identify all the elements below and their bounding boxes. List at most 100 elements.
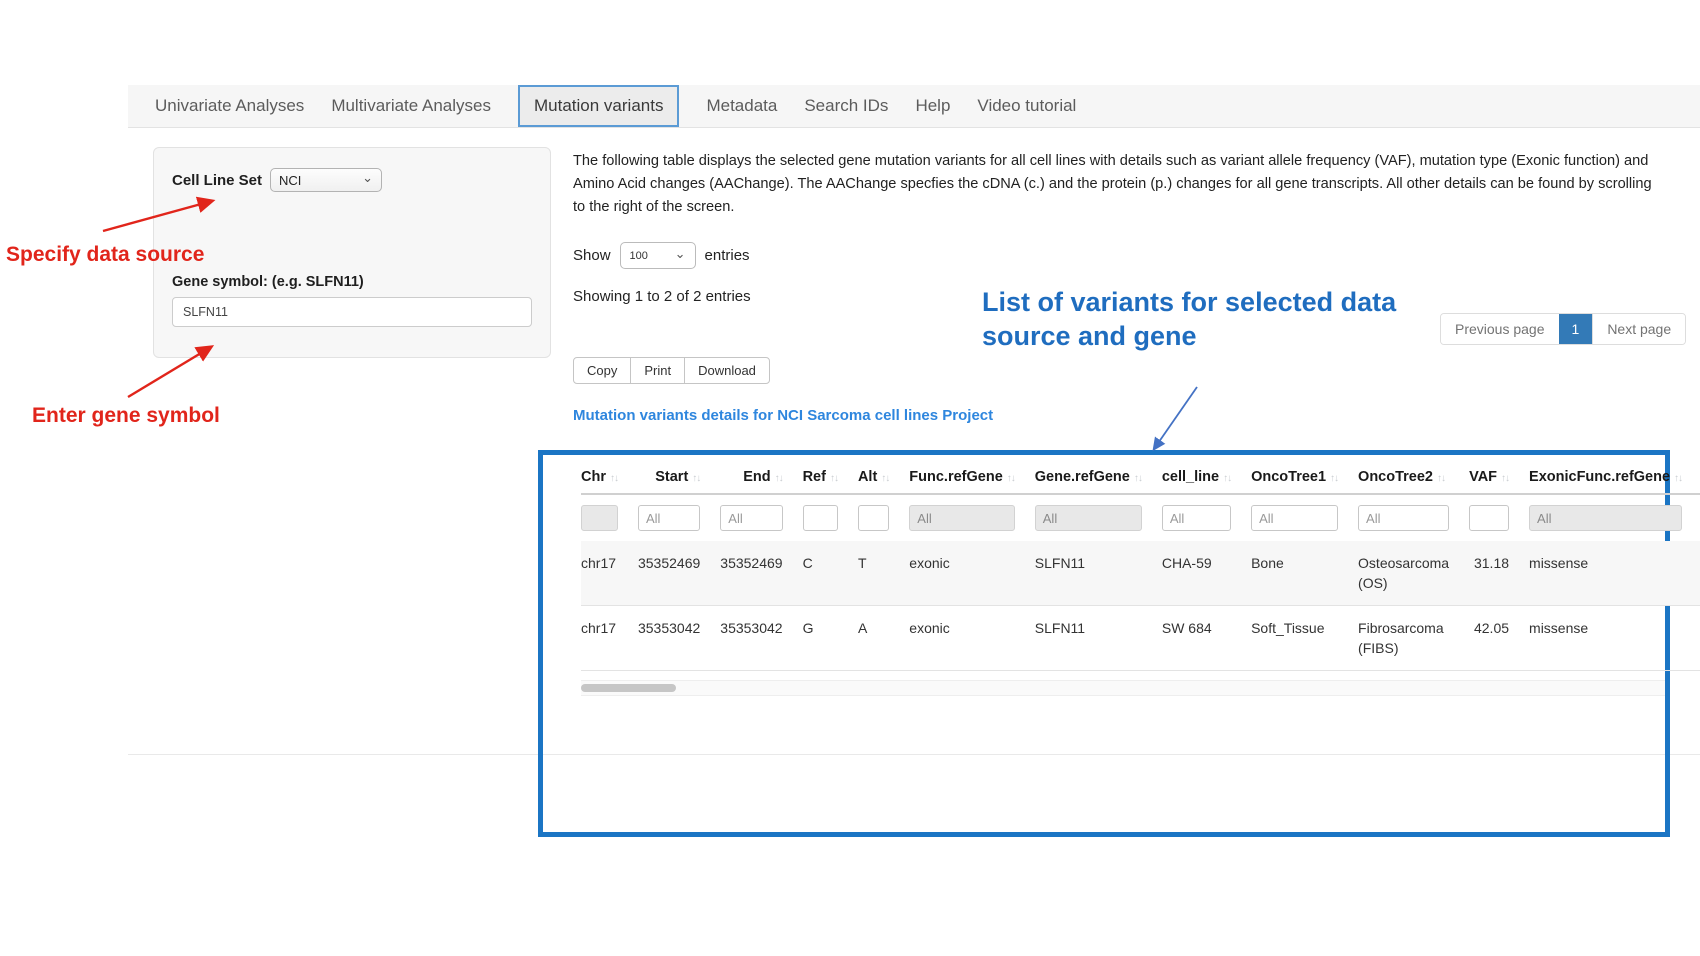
chevron-down-icon: ⌄ [362,173,373,183]
annotation-variants-note: List of variants for selected data sourc… [982,285,1396,353]
filter-input-cell-line[interactable] [1162,505,1231,531]
tab-search-ids[interactable]: Search IDs [804,96,888,116]
cell-line-set-select[interactable]: NCI ⌄ [270,168,382,192]
filter-input-oncotree1[interactable] [1251,505,1338,531]
tab-univariate-analyses[interactable]: Univariate Analyses [155,96,304,116]
variants-table-highlight-box: Chr↑↓Start↑↓End↑↓Ref↑↓Alt↑↓Func.refGene↑… [538,450,1670,837]
sort-icon[interactable]: ↑↓ [881,473,889,484]
previous-page-button[interactable]: Previous page [1441,314,1559,344]
cell-ref: C [803,541,858,606]
column-label: Func.refGene [909,469,1002,485]
download-button[interactable]: Download [684,357,770,384]
filter-select-exonicfunc-refgene[interactable]: All [1529,505,1682,531]
cell-line-set-value: NCI [279,173,301,188]
tab-mutation-variants[interactable]: Mutation variants [518,85,679,127]
sort-icon[interactable]: ↑↓ [1134,473,1142,484]
filter-cell [720,494,802,541]
filter-cell [858,494,909,541]
filter-cell [1469,494,1529,541]
table-description: The following table displays the selecte… [573,150,1653,219]
filter-input-vaf[interactable] [1469,505,1509,531]
cell-end: 35353042 [720,606,802,671]
cell-line-set-row: Cell Line Set NCI ⌄ [172,168,532,192]
cell-exonicfunc-refgene: missense [1529,541,1700,606]
print-button[interactable]: Print [630,357,685,384]
cell-vaf: 31.18 [1469,541,1529,606]
cell-oncotree2: Fibrosarcoma (FIBS) [1358,606,1469,671]
chevron-down-icon: ⌄ [675,249,686,259]
column-label: Ref [803,469,826,485]
export-button-group: CopyPrintDownload [573,357,770,384]
sort-icon[interactable]: ↑↓ [1501,473,1509,484]
variants-note-arrow [1154,387,1197,449]
filter-cell: All [1035,494,1162,541]
sort-icon[interactable]: ↑↓ [830,473,838,484]
gene-symbol-input[interactable] [172,297,532,327]
sort-icon[interactable]: ↑↓ [1674,473,1682,484]
sort-icon[interactable]: ↑↓ [1330,473,1338,484]
filter-select-chr[interactable] [581,505,618,531]
column-label: VAF [1469,469,1497,485]
column-header-oncotree1[interactable]: OncoTree1 ↑↓ [1251,469,1358,494]
cell-cell-line: SW 684 [1162,606,1251,671]
column-header-alt[interactable]: Alt ↑↓ [858,469,909,494]
filter-cell [1162,494,1251,541]
cell-ref: G [803,606,858,671]
current-page-button[interactable]: 1 [1559,314,1593,344]
variants-table: Chr↑↓Start↑↓End↑↓Ref↑↓Alt↑↓Func.refGene↑… [581,469,1700,671]
sort-icon[interactable]: ↑↓ [1007,473,1015,484]
tab-help[interactable]: Help [915,96,950,116]
filter-input-oncotree2[interactable] [1358,505,1449,531]
column-header-cell-line[interactable]: cell_line ↑↓ [1162,469,1251,494]
column-label: OncoTree2 [1358,469,1433,485]
cell-gene-refgene: SLFN11 [1035,541,1162,606]
column-label: OncoTree1 [1251,469,1326,485]
annotation-variants-note-line2: source and gene [982,319,1396,353]
filter-input-ref[interactable] [803,505,838,531]
filter-cell [1251,494,1358,541]
filter-select-func-refgene[interactable]: All [909,505,1014,531]
cell-start: 35353042 [638,606,720,671]
sort-icon[interactable]: ↑↓ [1437,473,1445,484]
column-header-exonicfunc-refgene[interactable]: ExonicFunc.refGene ↑↓ [1529,469,1700,494]
column-header-start[interactable]: Start ↑↓ [638,469,720,494]
cell-oncotree2: Osteosarcoma (OS) [1358,541,1469,606]
tab-video-tutorial[interactable]: Video tutorial [977,96,1076,116]
filter-select-gene-refgene[interactable]: All [1035,505,1142,531]
column-label: Start [655,469,688,485]
table-row: chr173535246935352469CTexonicSLFN11CHA-5… [581,541,1700,606]
table-header-row: Chr↑↓Start↑↓End↑↓Ref↑↓Alt↑↓Func.refGene↑… [581,469,1700,494]
column-header-vaf[interactable]: VAF ↑↓ [1469,469,1529,494]
annotation-variants-note-line1: List of variants for selected data [982,285,1396,319]
column-header-gene-refgene[interactable]: Gene.refGene↑↓ [1035,469,1162,494]
copy-button[interactable]: Copy [573,357,631,384]
tab-metadata[interactable]: Metadata [706,96,777,116]
column-label: Alt [858,469,877,485]
cell-line-set-label: Cell Line Set [172,172,262,189]
scrollbar-thumb[interactable] [581,684,676,692]
sort-icon[interactable]: ↑↓ [610,473,618,484]
filter-cell [1358,494,1469,541]
column-header-func-refgene[interactable]: Func.refGene ↑↓ [909,469,1034,494]
tab-multivariate-analyses[interactable]: Multivariate Analyses [331,96,491,116]
sort-icon[interactable]: ↑↓ [1223,473,1231,484]
column-label: cell_line [1162,469,1219,485]
column-header-oncotree2[interactable]: OncoTree2 ↑↓ [1358,469,1469,494]
column-label: ExonicFunc.refGene [1529,469,1670,485]
table-title-link[interactable]: Mutation variants details for NCI Sarcom… [573,407,993,424]
filter-input-start[interactable] [638,505,700,531]
sort-icon[interactable]: ↑↓ [775,473,783,484]
column-header-ref[interactable]: Ref ↑↓ [803,469,858,494]
filter-input-end[interactable] [720,505,782,531]
filter-input-alt[interactable] [858,505,889,531]
sort-icon[interactable]: ↑↓ [692,473,700,484]
next-page-button[interactable]: Next page [1592,314,1685,344]
table-horizontal-scrollbar[interactable] [581,680,1665,696]
table-row: chr173535304235353042GAexonicSLFN11SW 68… [581,606,1700,671]
column-header-end[interactable]: End↑↓ [720,469,802,494]
filter-cell [638,494,720,541]
column-header-chr[interactable]: Chr↑↓ [581,469,638,494]
page-length-select[interactable]: 100 ⌄ [620,242,696,269]
pagination: Previous page 1 Next page [1440,313,1686,345]
cell-func-refgene: exonic [909,541,1034,606]
